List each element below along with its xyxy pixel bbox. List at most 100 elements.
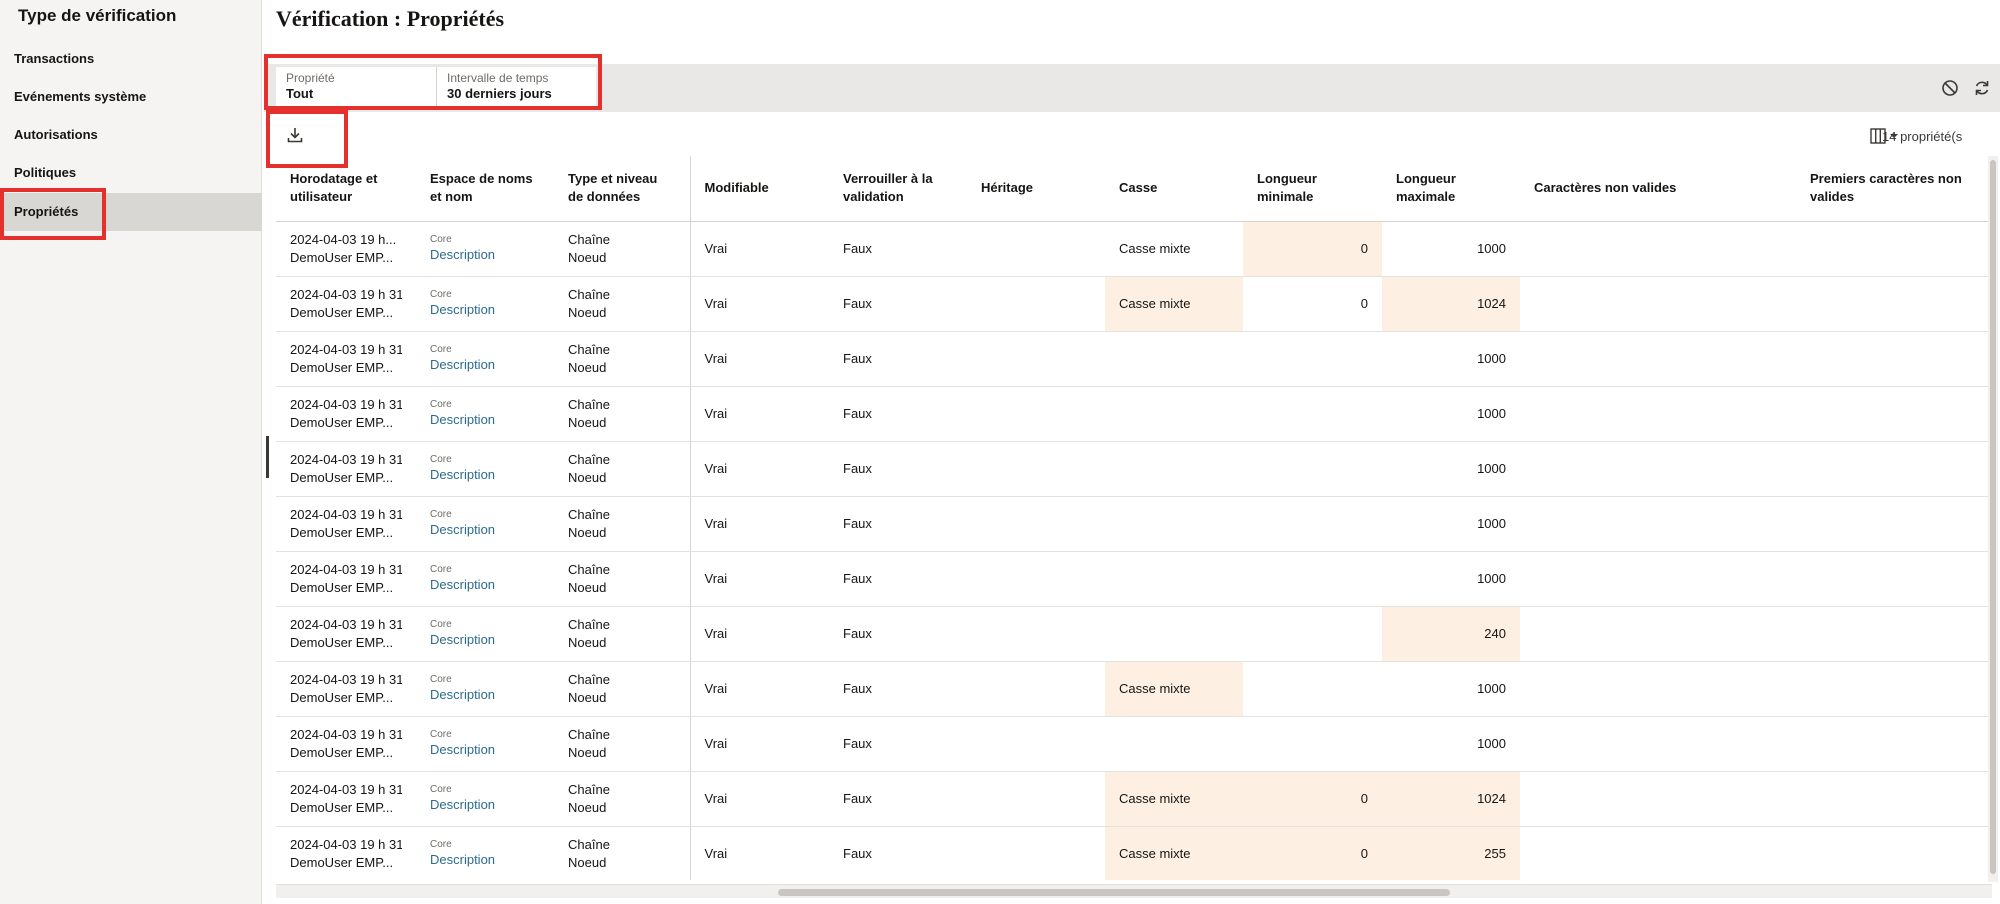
- namespace-name-cell: Core Description: [416, 386, 554, 442]
- table-row[interactable]: 2024-04-03 19 h... DemoUser EMP... Core Des…: [276, 221, 1992, 277]
- heritage-cell: [967, 826, 1105, 880]
- property-name-link[interactable]: Description: [430, 851, 540, 869]
- column-header[interactable]: Longueur minimale: [1243, 156, 1382, 222]
- max-length-cell: 1000: [1382, 386, 1520, 442]
- property-name-link[interactable]: Description: [430, 301, 540, 319]
- type-level-cell: Chaîne Noeud: [554, 661, 691, 717]
- property-name-link[interactable]: Description: [430, 246, 540, 264]
- heritage-cell: [967, 661, 1105, 717]
- column-header[interactable]: Horodatage et utilisateur: [276, 156, 416, 222]
- user-name: DemoUser EMP...: [290, 579, 394, 595]
- column-header[interactable]: Type et niveau de données: [554, 156, 691, 222]
- sidebar-item-system-events[interactable]: Evénements système: [0, 78, 262, 116]
- clear-filter-button[interactable]: [1938, 76, 1962, 100]
- column-header[interactable]: Modifiable: [690, 156, 829, 222]
- current-row-marker: [266, 436, 269, 478]
- property-name-link[interactable]: Description: [430, 576, 540, 594]
- namespace-name-cell: Core Description: [416, 496, 554, 552]
- download-button[interactable]: [282, 122, 308, 148]
- clear-filter-icon: [1942, 80, 1958, 96]
- column-header[interactable]: Verrouiller à la validation: [829, 156, 967, 222]
- column-header[interactable]: Caractères non valides: [1520, 156, 1796, 222]
- heritage-cell: [967, 771, 1105, 827]
- namespace: Core: [430, 454, 452, 465]
- invalid-first-chars-cell: [1796, 441, 1992, 497]
- namespace-name-cell: Core Description: [416, 331, 554, 387]
- timestamp: 2024-04-03 19 h 31: [290, 781, 402, 797]
- column-header[interactable]: Longueur maximale: [1382, 156, 1520, 222]
- sidebar-item-transactions[interactable]: Transactions: [0, 40, 262, 78]
- invalid-chars-cell: [1520, 441, 1796, 497]
- case-cell: Casse mixte: [1105, 661, 1243, 717]
- time-range-filter-value: 30 derniers jours: [447, 86, 552, 101]
- sidebar-item-properties[interactable]: Propriétés: [0, 193, 262, 231]
- table-row[interactable]: 2024-04-03 19 h 31 DemoUser EMP... Core Des…: [276, 716, 1992, 772]
- type-level-cell: Chaîne Noeud: [554, 496, 691, 552]
- table-row[interactable]: 2024-04-03 19 h 31 DemoUser EMP... Core Des…: [276, 496, 1992, 552]
- lock-validation-cell: Faux: [829, 276, 967, 332]
- table-row[interactable]: 2024-04-03 19 h 31 DemoUser EMP... Core Des…: [276, 661, 1992, 717]
- invalid-chars-cell: [1520, 276, 1796, 332]
- namespace-name-cell: Core Description: [416, 716, 554, 772]
- property-name-link[interactable]: Description: [430, 521, 540, 539]
- property-name-link[interactable]: Description: [430, 741, 540, 759]
- property-name-link[interactable]: Description: [430, 686, 540, 704]
- column-header[interactable]: Héritage: [967, 156, 1105, 222]
- property-name-link[interactable]: Description: [430, 356, 540, 374]
- property-filter-label: Propriété: [286, 71, 335, 85]
- table-row[interactable]: 2024-04-03 19 h 31 DemoUser EMP... Core Des…: [276, 606, 1992, 662]
- type-level-cell: Chaîne Noeud: [554, 606, 691, 662]
- heritage-cell: [967, 606, 1105, 662]
- min-length-cell: [1243, 716, 1382, 772]
- heritage-cell: [967, 331, 1105, 387]
- refresh-button[interactable]: [1970, 76, 1994, 100]
- time-range-filter[interactable]: Intervalle de temps 30 derniers jours: [436, 67, 596, 107]
- time-range-filter-label: Intervalle de temps: [447, 71, 549, 85]
- table-row[interactable]: 2024-04-03 19 h 31 DemoUser EMP... Core Des…: [276, 386, 1992, 442]
- user-name: DemoUser EMP...: [290, 359, 394, 375]
- vertical-scrollbar[interactable]: [1988, 156, 1998, 882]
- table-row[interactable]: 2024-04-03 19 h 31 DemoUser EMP... Core Des…: [276, 276, 1992, 332]
- timestamp-user-cell: 2024-04-03 19 h 31 DemoUser EMP...: [276, 771, 416, 827]
- timestamp-user-cell: 2024-04-03 19 h 31 DemoUser EMP...: [276, 386, 416, 442]
- data-level: Noeud: [568, 469, 607, 485]
- invalid-chars-cell: [1520, 771, 1796, 827]
- horizontal-scrollbar[interactable]: [276, 884, 1992, 898]
- table-row[interactable]: 2024-04-03 19 h 31 DemoUser EMP... Core Des…: [276, 826, 1992, 880]
- invalid-first-chars-cell: [1796, 386, 1992, 442]
- data-type: Chaîne: [568, 726, 610, 742]
- case-cell: [1105, 441, 1243, 497]
- table-row[interactable]: 2024-04-03 19 h 31 DemoUser EMP... Core Des…: [276, 771, 1992, 827]
- sidebar-item-authorizations[interactable]: Autorisations: [0, 116, 262, 154]
- column-header[interactable]: Casse: [1105, 156, 1243, 222]
- min-length-cell: [1243, 331, 1382, 387]
- namespace-name-cell: Core Description: [416, 826, 554, 880]
- data-type: Chaîne: [568, 616, 610, 632]
- property-name-link[interactable]: Description: [430, 466, 540, 484]
- property-filter[interactable]: Propriété Tout: [276, 67, 436, 107]
- column-header[interactable]: Premiers caractères non valides: [1796, 156, 1992, 222]
- timestamp: 2024-04-03 19 h 31: [290, 341, 402, 357]
- column-header[interactable]: Espace de noms et nom: [416, 156, 554, 222]
- timestamp: 2024-04-03 19 h 31: [290, 836, 402, 852]
- horizontal-scrollbar-thumb[interactable]: [778, 889, 1450, 896]
- namespace: Core: [430, 399, 452, 410]
- property-name-link[interactable]: Description: [430, 631, 540, 649]
- min-length-cell: [1243, 551, 1382, 607]
- property-name-link[interactable]: Description: [430, 411, 540, 429]
- case-cell: [1105, 551, 1243, 607]
- case-cell: [1105, 386, 1243, 442]
- sidebar-title: Type de vérification: [18, 6, 177, 25]
- table-row[interactable]: 2024-04-03 19 h 31 DemoUser EMP... Core Des…: [276, 331, 1992, 387]
- vertical-scrollbar-thumb[interactable]: [1990, 160, 1996, 874]
- invalid-chars-cell: [1520, 661, 1796, 717]
- min-length-cell: 0: [1243, 826, 1382, 880]
- table-row[interactable]: 2024-04-03 19 h 31 DemoUser EMP... Core Des…: [276, 551, 1992, 607]
- lock-validation-cell: Faux: [829, 771, 967, 827]
- table-row[interactable]: 2024-04-03 19 h 31 DemoUser EMP... Core Des…: [276, 441, 1992, 497]
- data-level: Noeud: [568, 249, 607, 265]
- sidebar-item-policies[interactable]: Politiques: [0, 154, 262, 192]
- refresh-icon: [1975, 81, 1989, 95]
- property-name-link[interactable]: Description: [430, 796, 540, 814]
- invalid-chars-cell: [1520, 386, 1796, 442]
